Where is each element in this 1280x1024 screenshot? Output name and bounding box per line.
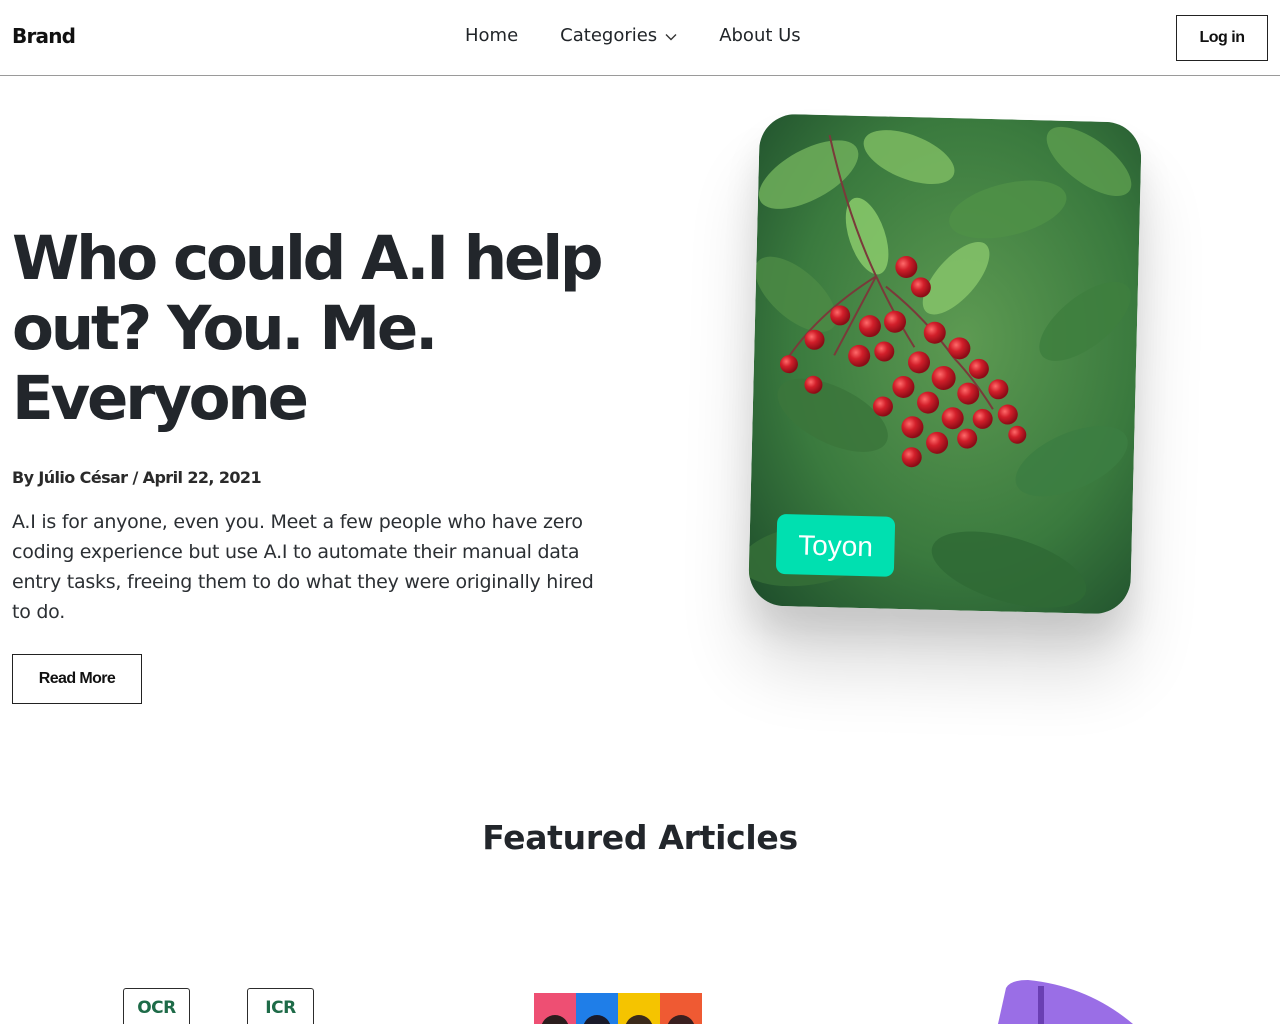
hero-title-line: Who could A.I help (12, 223, 604, 294)
people-silhouettes (541, 1015, 695, 1024)
featured-card-1-icr-badge: ICR (247, 988, 314, 1024)
nav-link-about-us-label: About Us (719, 25, 801, 46)
purple-shape (998, 980, 1133, 1024)
nav-link-home-label: Home (465, 25, 519, 46)
read-more-button[interactable]: Read More (12, 654, 142, 704)
hero-plant-image: Toyon (748, 113, 1142, 615)
hero-description: A.I is for anyone, even you. Meet a few … (12, 511, 594, 623)
hero-title: Who could A.I help out? You. Me. Everyon… (12, 224, 612, 434)
top-navbar: Brand Home Categories About Us Log in (0, 0, 1280, 76)
nav-dropdown-categories[interactable]: Categories (560, 25, 677, 46)
featured-card-1-ocr-badge: OCR (123, 988, 190, 1024)
brand-logo[interactable]: Brand (12, 24, 76, 48)
article-byline: By Júlio César / April 22, 2021 (12, 468, 262, 487)
nav-link-about-us[interactable]: About Us (719, 25, 801, 46)
featured-card-3-image[interactable] (998, 980, 1138, 1024)
featured-card-2-image[interactable] (534, 993, 702, 1024)
hero-image-tag: Toyon (798, 529, 873, 562)
hero-title-line: Everyone (12, 363, 309, 434)
hero-title-line: out? You. Me. (12, 293, 438, 364)
login-button[interactable]: Log in (1176, 15, 1268, 61)
nav-link-home[interactable]: Home (465, 25, 518, 46)
chevron-down-icon (665, 25, 677, 46)
featured-articles-title: Featured Articles (482, 818, 798, 857)
main-nav: Home Categories About Us (465, 25, 801, 46)
nav-link-categories-label: Categories (560, 25, 658, 46)
